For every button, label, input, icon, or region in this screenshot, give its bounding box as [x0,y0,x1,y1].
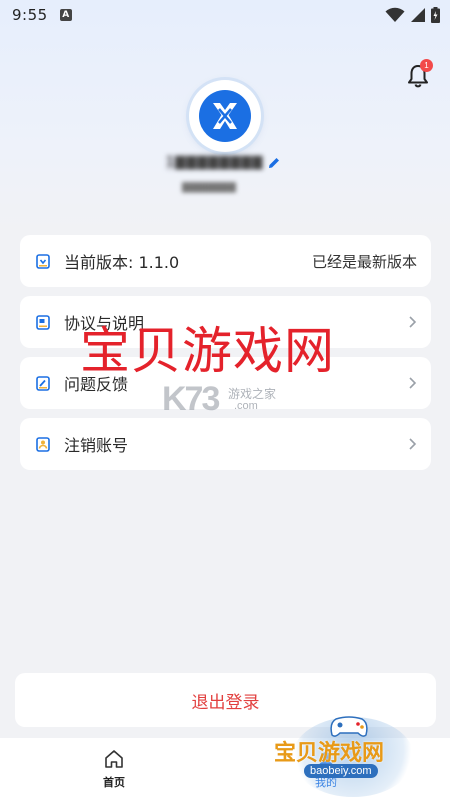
version-icon [36,253,50,269]
user-subtitle: ▇▇▇▇▇▇▇ [182,182,236,193]
k73-logo-text: K73 [162,380,220,418]
watermark-text: 宝贝游戏网 [80,322,335,380]
feedback-icon [36,375,50,391]
version-item[interactable]: 当前版本: 1.1.0 已经是最新版本 [20,235,431,287]
notification-badge: 1 [420,59,433,72]
nav-home-label: 首页 [103,776,125,789]
chevron-right-icon [409,377,417,389]
app-logo-icon [199,90,251,142]
avatar[interactable] [189,80,261,152]
k73-domain: .com [234,400,258,412]
status-time: 9:55 [12,6,48,24]
badge-url: baobeiy.com [304,764,378,778]
deactivate-account-item[interactable]: 注销账号 [20,418,431,470]
notification-bell-button[interactable]: 1 [405,59,433,89]
battery-icon [431,7,440,23]
x-logo-icon [213,103,237,129]
signal-icon [411,8,425,22]
chevron-right-icon [409,316,417,328]
status-bar: 9:55 A [0,0,450,30]
username-row[interactable]: 1▇▇▇▇▇▇▇▇ [166,155,281,170]
badge-watermark: 宝贝游戏网 baobeiy.com [270,705,450,800]
edit-pencil-icon[interactable] [267,156,281,170]
k73-watermark: K73 游戏之家 .com [162,380,276,419]
wifi-icon [385,7,405,22]
username: 1▇▇▇▇▇▇▇▇ [166,155,264,170]
version-status: 已经是最新版本 [311,252,417,271]
deactivate-icon [36,436,50,452]
agreement-icon [36,314,50,330]
status-icons [385,7,440,23]
home-icon [105,750,123,768]
app-notification-icon: A [59,9,72,21]
deactivate-account-label: 注销账号 [64,436,129,455]
badge-title: 宝贝游戏网 [274,741,385,766]
nav-home-tab[interactable]: 首页 [96,748,132,790]
profile-screen: 9:55 A 1 1▇▇▇▇▇▇▇▇ ▇▇▇▇▇▇▇ 当前版本: 1.1.0 已… [0,0,450,800]
version-label: 当前版本: 1.1.0 [64,253,180,272]
chevron-right-icon [409,438,417,450]
